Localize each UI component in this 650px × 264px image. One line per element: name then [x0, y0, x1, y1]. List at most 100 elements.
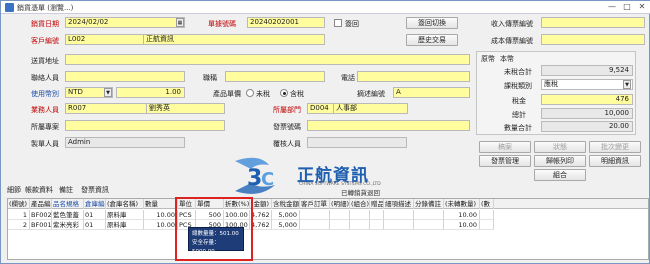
table-cell[interactable]: 4,762: [250, 220, 272, 230]
grid-header-cell[interactable]: 品名規格: [52, 199, 84, 209]
table-cell[interactable]: [384, 210, 414, 220]
void-checkbox[interactable]: [334, 19, 342, 27]
table-cell[interactable]: [330, 210, 350, 220]
table-cell[interactable]: 01: [84, 210, 106, 220]
grid-header-cell[interactable]: 客戶訂單: [300, 199, 330, 209]
grid-header-cell[interactable]: (組合): [350, 199, 370, 209]
grid-header-cell[interactable]: (未轉數量): [444, 199, 480, 209]
table-cell[interactable]: [370, 220, 384, 230]
table-cell[interactable]: [370, 210, 384, 220]
table-cell[interactable]: 01: [84, 220, 106, 230]
table-cell[interactable]: 1: [8, 210, 30, 220]
sale-date-field[interactable]: 2024/02/02: [65, 17, 185, 28]
table-cell[interactable]: [480, 210, 494, 220]
tab-account[interactable]: 帳款資料: [25, 185, 53, 195]
table-cell[interactable]: [300, 210, 330, 220]
grid-header-cell[interactable]: 細項描述: [384, 199, 414, 209]
chevron-down-icon[interactable]: ▼: [623, 80, 631, 89]
tax-field[interactable]: 476: [541, 94, 633, 105]
tab-local-currency[interactable]: 本幣: [500, 54, 514, 64]
invoice-field[interactable]: [307, 120, 470, 131]
table-cell[interactable]: 原料庫: [106, 210, 144, 220]
combo-button[interactable]: 組合: [534, 169, 586, 181]
cost-voucher-label: 成本傳票編號: [491, 37, 533, 45]
grid-header-cell[interactable]: 贈品: [370, 199, 384, 209]
sales-label: 業務人員: [31, 106, 59, 114]
table-cell[interactable]: [480, 220, 494, 230]
table-cell[interactable]: [384, 220, 414, 230]
dept-name-field[interactable]: 人事部: [333, 103, 408, 114]
grid-header-cell[interactable]: (金額): [250, 199, 272, 209]
status-button[interactable]: 狀態: [534, 141, 586, 153]
taxed-radio[interactable]: [280, 89, 288, 97]
tooltip-line-1: 總數量量：501.00: [192, 231, 239, 237]
grid-header-cell[interactable]: 倉庫編號: [84, 199, 106, 209]
switch-button[interactable]: 簽回切換: [406, 17, 458, 29]
address-field[interactable]: [65, 54, 470, 65]
contact-field[interactable]: [65, 71, 185, 82]
grid-header-cell[interactable]: (欄號): [8, 199, 30, 209]
table-cell[interactable]: [350, 220, 370, 230]
table-cell[interactable]: 10.00: [444, 220, 480, 230]
tab-detail[interactable]: 細節: [7, 185, 21, 195]
phone-field[interactable]: [357, 71, 470, 82]
close-button[interactable]: ✕: [635, 1, 649, 13]
table-cell[interactable]: 紫米亮彩: [52, 220, 84, 230]
invoice-manage-button[interactable]: 發票管理: [479, 155, 531, 167]
grid-header-cell[interactable]: 數量: [144, 199, 178, 209]
grid-header-cell[interactable]: (倉庫名稱): [106, 199, 144, 209]
invoice-label: 發票號碼: [273, 123, 301, 131]
sales-name-field[interactable]: 劉秀英: [146, 103, 225, 114]
draft-button[interactable]: 稿案: [479, 141, 531, 153]
dept-label: 所屬部門: [273, 106, 301, 114]
tab-note[interactable]: 備註: [59, 185, 73, 195]
project-label: 所屬專案: [31, 123, 59, 131]
customer-name-field[interactable]: 正航資訊: [143, 34, 325, 45]
untaxed-radio[interactable]: [246, 89, 254, 97]
calendar-icon[interactable]: ▦: [176, 18, 184, 27]
table-cell[interactable]: [350, 210, 370, 220]
table-row[interactable]: 2 BF001 紫米亮彩 01 原料庫 10.00 PCS 500 100.00 4,762 5,0…: [8, 220, 648, 230]
table-cell[interactable]: [414, 210, 444, 220]
table-cell[interactable]: [300, 220, 330, 230]
print-button[interactable]: 歸帳列印: [534, 155, 586, 167]
table-cell[interactable]: 2: [8, 220, 30, 230]
chevron-down-icon[interactable]: ▼: [104, 88, 112, 97]
table-cell[interactable]: 10.00: [144, 220, 178, 230]
currency-label: 使用幣別: [31, 90, 59, 98]
table-cell[interactable]: BF002: [30, 210, 52, 220]
batch-change-button[interactable]: 批次變更: [589, 141, 641, 153]
grid-header-cell[interactable]: (數: [480, 199, 494, 209]
maximize-button[interactable]: □: [620, 1, 634, 13]
table-cell[interactable]: 10.00: [444, 210, 480, 220]
table-cell[interactable]: BF001: [30, 220, 52, 230]
table-cell[interactable]: 4,762: [250, 210, 272, 220]
tax-type-select[interactable]: 應稅: [541, 79, 633, 90]
grid-header-cell[interactable]: 產品編號: [30, 199, 52, 209]
table-cell[interactable]: 藍色筆蓋: [52, 210, 84, 220]
grid-header-cell[interactable]: 含稅金額: [272, 199, 300, 209]
table-cell[interactable]: 5,000: [272, 210, 300, 220]
table-cell[interactable]: [330, 220, 350, 230]
table-row[interactable]: 1 BF002 藍色筆蓋 01 原料庫 10.00 PCS 500 100.00 4,762 5,0…: [8, 210, 648, 220]
tab-original-currency[interactable]: 原幣: [481, 54, 495, 64]
table-cell[interactable]: 5,000: [272, 220, 300, 230]
receivable-voucher-field[interactable]: [541, 17, 645, 28]
grid-header-cell[interactable]: 分錄備註: [414, 199, 444, 209]
total-value: 10,000: [604, 109, 630, 117]
doc-no-field[interactable]: 20240202001: [247, 17, 325, 28]
grid-header-cell[interactable]: (明細): [330, 199, 350, 209]
table-cell[interactable]: 10.00: [144, 210, 178, 220]
minimize-button[interactable]: —: [605, 1, 619, 13]
table-cell[interactable]: 原料庫: [106, 220, 144, 230]
table-cell[interactable]: [414, 220, 444, 230]
rate-field[interactable]: 1.00: [116, 87, 185, 98]
reviewer-label: 覆核人員: [273, 140, 301, 148]
cost-voucher-field[interactable]: [541, 34, 645, 45]
tab-invoice-info[interactable]: 發票資訊: [81, 185, 109, 195]
title-field[interactable]: [225, 71, 325, 82]
project-field[interactable]: [65, 120, 225, 131]
desc-code-field[interactable]: A: [393, 87, 470, 98]
detail-info-button[interactable]: 明細資訊: [589, 155, 641, 167]
history-button[interactable]: 歷史交易: [406, 34, 458, 46]
